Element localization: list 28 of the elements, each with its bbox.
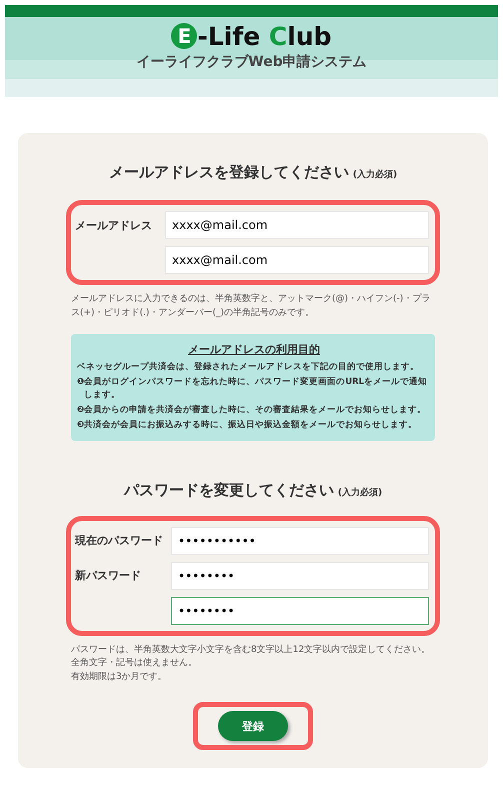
logo-text: -Life <box>197 22 262 50</box>
field-label: 新パスワード <box>75 568 142 584</box>
password-field[interactable]: •••••••• <box>171 562 429 590</box>
email-field[interactable]: xxxx@mail.com <box>165 211 429 239</box>
number-mark: ❸ <box>77 420 84 432</box>
logo-text: lub <box>287 22 332 50</box>
required-note: (入力必須) <box>338 486 382 499</box>
email-field[interactable]: xxxx@mail.com <box>165 246 429 274</box>
system-subtitle: イーライフクラブWeb申請システム <box>136 53 367 71</box>
number-mark: ❶ <box>77 376 84 390</box>
field-label: 現在のパスワード <box>75 533 164 548</box>
register-button[interactable]: 登録 <box>218 711 288 742</box>
logo-letter: E <box>171 23 198 49</box>
number-mark: ❷ <box>77 404 84 416</box>
logo-text: C <box>268 22 288 50</box>
section-title: パスワードを変更してください <box>124 480 334 500</box>
password-hint: パスワードは、半角英数大文字小文字を含む8文字以上12文字以内で設定してください。全角文字・記号は使えません。 有効期限は3か月です。 <box>71 644 432 684</box>
password-field[interactable]: •••••••• <box>171 596 429 625</box>
required-note: (入力必須) <box>352 168 398 181</box>
section-title: メールアドレスを登録してください <box>108 163 349 182</box>
info-title: メールアドレスの利用目的 <box>188 342 320 357</box>
info-text: 会員からの申請を共済会が審査した時に、その審査結果をメールでお知らせします。 <box>84 404 426 416</box>
password-field[interactable]: ••••••••••• <box>171 526 429 555</box>
info-text: ベネッセグループ共済会は、登録されたメールアドレスを下記の目的で使用します。 <box>77 361 420 374</box>
field-label: メールアドレス <box>75 218 153 232</box>
email-hint: メールアドレスに入力できるのは、半角英数字と、アットマーク(@)・ハイフン(-)・プラス(+)・ピリオド(.)・アンダーバー(_)の半角記号のみです。 <box>71 293 432 320</box>
info-text: 会員がログインパスワードを忘れた時に、パスワード変更画面のURLをメールで通知します。 <box>84 376 428 401</box>
info-text: 共済会が会員にお振込みする時に、振込日や振込金額をメールでお知らせします。 <box>84 419 418 432</box>
